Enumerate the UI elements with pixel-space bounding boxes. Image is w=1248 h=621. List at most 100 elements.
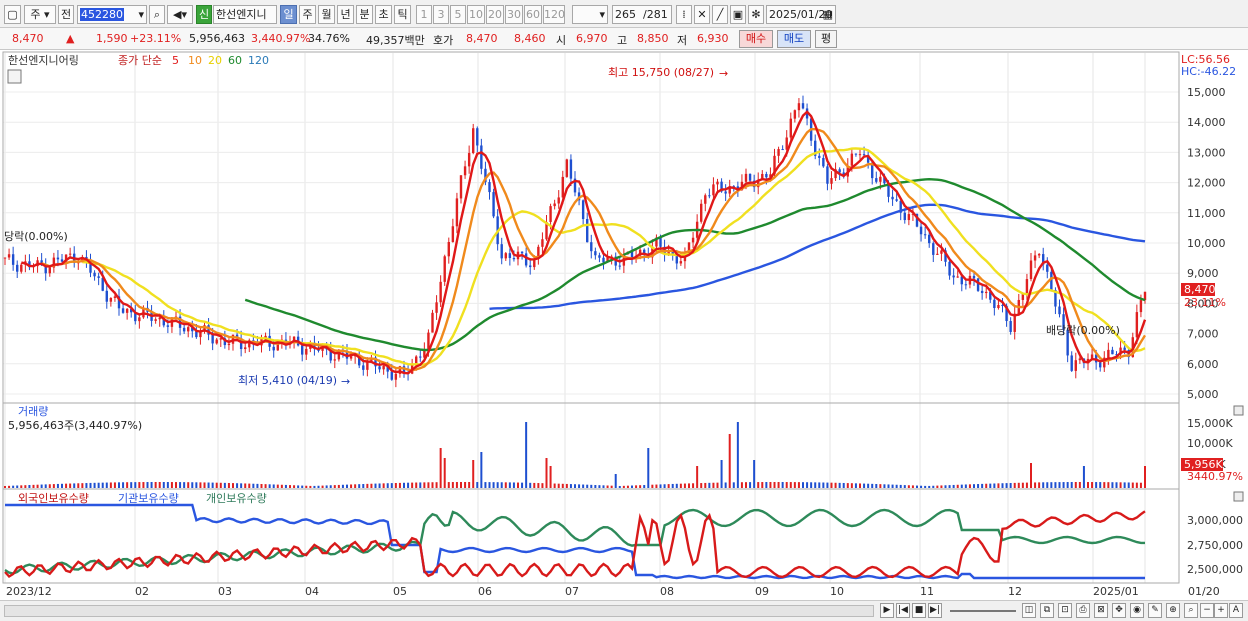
gear-icon[interactable]: ✻ <box>748 5 764 24</box>
data-count-field[interactable]: 265/281 <box>612 5 672 24</box>
volume-bar <box>305 485 308 488</box>
candle-body <box>777 149 780 156</box>
chevron-down-icon[interactable]: ▾ <box>138 6 144 23</box>
candle-body <box>459 175 463 199</box>
volume-bar <box>736 422 739 488</box>
candle-body <box>553 203 556 207</box>
copy-icon[interactable]: ⧉ <box>1040 603 1054 618</box>
volume-bar <box>341 484 344 488</box>
chart-type-icon[interactable]: ⊡ <box>1058 603 1072 618</box>
table-view-icon[interactable] <box>7 69 22 84</box>
candle-body <box>447 242 450 257</box>
buy-button[interactable]: 매수 <box>739 30 773 48</box>
grid-icon[interactable]: ⁞ <box>676 5 692 24</box>
candle-body <box>1033 255 1037 261</box>
candle-body <box>93 272 96 277</box>
volume-bar <box>77 483 80 488</box>
volume-bar <box>1139 482 1142 488</box>
zoom-out-icon[interactable]: − <box>1200 603 1214 618</box>
candle-body <box>936 253 939 255</box>
volume-bar <box>89 482 92 488</box>
volume-bar <box>850 483 853 488</box>
zoom-icon[interactable]: ⊕ <box>1166 603 1180 618</box>
lock-icon[interactable]: ⊠ <box>1094 603 1108 618</box>
minute-tab-3[interactable]: 3 <box>433 5 449 24</box>
volume-bar <box>130 482 133 488</box>
volume-bar <box>346 484 348 488</box>
minute-tab-60[interactable]: 60 <box>524 5 542 24</box>
candle-body <box>590 242 593 252</box>
scroll-right-icon[interactable]: ▶ <box>880 603 894 618</box>
save-icon[interactable]: ▣ <box>730 5 746 24</box>
x-label: 01/20 <box>1188 585 1220 598</box>
date-input[interactable]: 2025/01/20 ▦ <box>766 5 836 24</box>
crosshair-icon[interactable]: ✕ <box>694 5 710 24</box>
minute-tab-5[interactable]: 5 <box>450 5 466 24</box>
x-label: 05 <box>393 585 407 598</box>
search-icon[interactable]: ⌕ <box>149 5 165 24</box>
volume-bar <box>834 482 837 488</box>
candle-body <box>895 199 898 201</box>
eval-button[interactable]: 평 <box>815 30 837 48</box>
volume-bar <box>997 483 1000 488</box>
hoga-label: 호가 <box>433 34 454 47</box>
calendar-icon[interactable]: ▦ <box>823 6 833 23</box>
volume-bar <box>973 484 975 488</box>
minute-tab-1[interactable]: 1 <box>416 5 432 24</box>
volume-bar <box>146 482 149 488</box>
volume-panel-close-icon[interactable] <box>1233 405 1244 416</box>
volume-bar <box>1135 482 1138 488</box>
minute-select[interactable]: ▾ <box>572 5 608 24</box>
last-page-icon[interactable]: ▶| <box>928 603 942 618</box>
candle-body <box>1099 362 1102 368</box>
period-tab-0[interactable]: 일 <box>280 5 297 24</box>
pen-icon[interactable]: ✎ <box>1148 603 1162 618</box>
candle-body <box>390 371 393 380</box>
volume-bar <box>268 484 271 488</box>
candle-body <box>1078 358 1082 361</box>
zoom-in-icon[interactable]: + <box>1214 603 1228 618</box>
camera-icon[interactable]: ◉ <box>1130 603 1144 618</box>
holdings-panel-close-icon[interactable] <box>1233 491 1244 502</box>
horizontal-scrollbar[interactable] <box>4 605 874 617</box>
minute-tab-120[interactable]: 120 <box>543 5 565 24</box>
minute-tab-30[interactable]: 30 <box>505 5 523 24</box>
speaker-icon[interactable]: ◀▾ <box>167 5 193 24</box>
print-icon[interactable]: ⎙ <box>1076 603 1090 618</box>
volume-bar <box>223 482 226 488</box>
period-tab-4[interactable]: 분 <box>356 5 373 24</box>
period-tab-5[interactable]: 초 <box>375 5 392 24</box>
stop-icon[interactable]: ■ <box>912 603 926 618</box>
holdings-tick: 3,000,000 <box>1187 514 1243 527</box>
up-arrow-icon: ▲ <box>66 32 75 45</box>
pan-icon[interactable]: ✥ <box>1112 603 1126 618</box>
minute-tab-20[interactable]: 20 <box>486 5 504 24</box>
chevron-down-icon: ▾ <box>599 8 605 21</box>
zoom-slider[interactable] <box>950 610 1016 612</box>
font-size-icon[interactable]: A <box>1229 603 1243 618</box>
first-page-icon[interactable]: |◀ <box>896 603 910 618</box>
prev-button[interactable]: 전 <box>58 5 74 24</box>
period-tab-1[interactable]: 주 <box>299 5 316 24</box>
minute-tab-10[interactable]: 10 <box>467 5 485 24</box>
magnifier-icon[interactable]: ⌕ <box>1184 603 1198 618</box>
volume-bar <box>899 484 902 488</box>
line-tool-icon[interactable]: ╱ <box>712 5 728 24</box>
volume-bar <box>472 460 475 488</box>
sell-button[interactable]: 매도 <box>777 30 811 48</box>
candle-body <box>244 347 247 350</box>
volume-bar <box>598 485 601 488</box>
period-tab-6[interactable]: 틱 <box>394 5 411 24</box>
period-tab-3[interactable]: 년 <box>337 5 354 24</box>
period-tab-2[interactable]: 월 <box>318 5 335 24</box>
legend-institution: 기관보유수량 <box>118 492 179 505</box>
candle-body <box>1123 347 1126 350</box>
candle-body <box>903 212 906 221</box>
volume-bar <box>1123 482 1126 488</box>
stock-code-input[interactable]: 452280 ▾ <box>77 5 147 24</box>
zoom-box-icon[interactable]: ◫ <box>1022 603 1036 618</box>
bid-price: 8,460 <box>514 32 546 45</box>
chart-layout-icon[interactable]: ▢ <box>4 5 21 24</box>
volume-bar <box>109 482 112 488</box>
period-select[interactable]: 주 ▾ <box>24 5 56 24</box>
